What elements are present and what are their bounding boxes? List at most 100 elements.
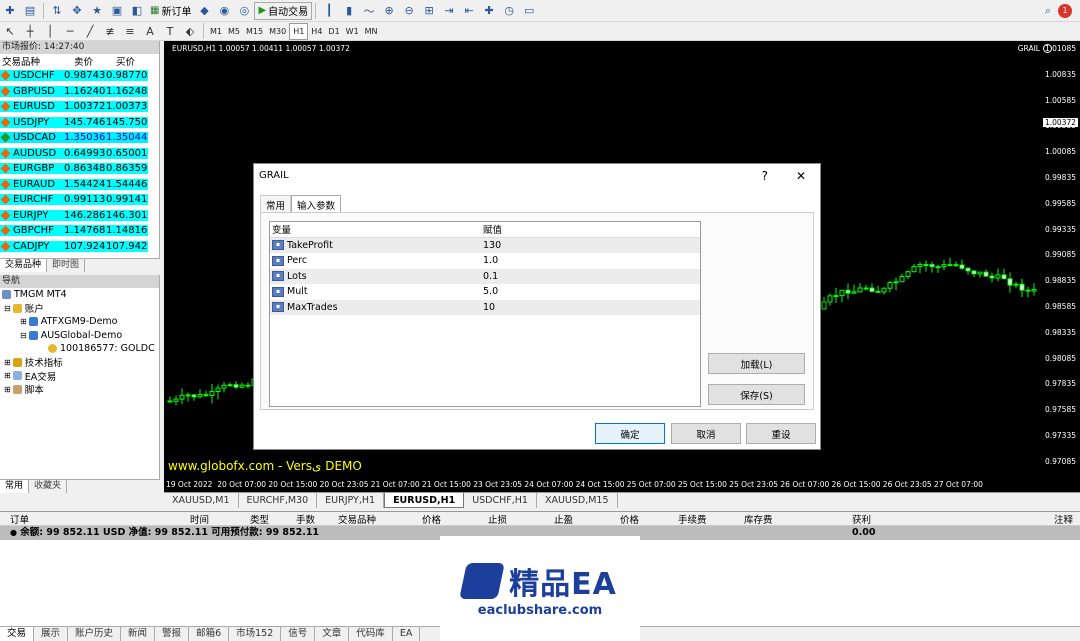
param-value[interactable]: 5.0 — [483, 286, 498, 297]
text-icon[interactable]: A — [142, 23, 158, 39]
tf-m5[interactable]: M5 — [225, 23, 243, 40]
terminal-tab[interactable]: 市场152 — [229, 627, 282, 641]
terminal-tab[interactable]: 账户历史 — [68, 627, 122, 641]
market-watch-row[interactable]: EURAUD 1.54424 1.54446 — [0, 177, 159, 193]
terminal-tab[interactable]: 邮箱6 — [189, 627, 230, 641]
terminal-tab[interactable]: 代码库 — [349, 627, 393, 641]
market-watch-row[interactable]: EURUSD 1.00372 1.00373 — [0, 99, 159, 115]
tf-h1[interactable]: H1 — [289, 22, 309, 40]
tf-m30[interactable]: M30 — [266, 23, 289, 40]
cancel-button[interactable]: 取消 — [671, 423, 741, 444]
metaeditor-icon[interactable]: ◆ — [196, 3, 212, 19]
templates-icon[interactable]: ▭ — [521, 3, 537, 19]
notification-badge[interactable]: 1 — [1058, 3, 1072, 18]
input-param-row[interactable]: ▪ Perc 1.0 — [270, 253, 700, 269]
tf-h4[interactable]: H4 — [308, 23, 325, 40]
new-order-button[interactable]: ▦ 新订单 — [147, 2, 194, 20]
vps-icon[interactable]: ◎ — [236, 3, 252, 19]
periods-icon[interactable]: ◷ — [501, 3, 517, 19]
nav-account-ausglobal[interactable]: ⊟ AUSGlobal-Demo — [0, 329, 159, 343]
market-watch-row[interactable]: CADJPY 107.924 107.942 — [0, 239, 159, 255]
param-value[interactable]: 130 — [483, 240, 501, 251]
market-watch-row[interactable]: EURJPY 146.286 146.301 — [0, 208, 159, 224]
chart-tab[interactable]: USDCHF,H1 — [464, 493, 537, 508]
terminal-tab[interactable]: 展示 — [34, 627, 69, 641]
chart-tab[interactable]: EURJPY,H1 — [317, 493, 385, 508]
terminal-tab[interactable]: EA — [393, 627, 421, 641]
input-param-row[interactable]: ▪ MaxTrades 10 — [270, 299, 700, 315]
nav-account-atfx[interactable]: ⊞ ATFXGM9-Demo — [0, 315, 159, 329]
zoom-in-icon[interactable]: ⊕ — [381, 3, 397, 19]
navigator-icon[interactable]: ✥ — [69, 3, 85, 19]
param-value[interactable]: 10 — [483, 302, 495, 313]
market-watch-row[interactable]: AUDUSD 0.64993 0.65001 — [0, 146, 159, 162]
terminal-tab[interactable]: 文章 — [315, 627, 350, 641]
market-watch-row[interactable]: GBPUSD 1.16240 1.16248 — [0, 84, 159, 100]
tab-symbols[interactable]: 交易品种 — [0, 259, 48, 272]
cursor-icon[interactable]: ↖ — [2, 23, 18, 39]
terminal-tab[interactable]: 新闻 — [121, 627, 156, 641]
bar-chart-icon[interactable]: ┃ — [321, 3, 337, 19]
load-button[interactable]: 加载(L) — [708, 353, 805, 374]
param-value[interactable]: 0.1 — [483, 271, 498, 282]
chart-tab[interactable]: XAUUSD,M15 — [537, 493, 618, 508]
reset-button[interactable]: 重设 — [746, 423, 816, 444]
vertical-line-icon[interactable]: │ — [42, 23, 58, 39]
market-watch-row[interactable]: USDCHF 0.98743 0.98770 — [0, 68, 159, 84]
market-watch-row[interactable]: USDJPY 145.746 145.750 — [0, 115, 159, 131]
chart-shift-icon[interactable]: ⇤ — [461, 3, 477, 19]
new-chart-icon[interactable]: ✚ — [2, 3, 18, 19]
save-button[interactable]: 保存(S) — [708, 384, 805, 405]
market-watch-row[interactable]: GBPCHF 1.14768 1.14816 — [0, 223, 159, 239]
nav-scripts[interactable]: ⊞ 脚本 — [0, 383, 159, 396]
ok-button[interactable]: 确定 — [595, 423, 665, 444]
tf-d1[interactable]: D1 — [325, 23, 342, 40]
input-param-row[interactable]: ▪ Lots 0.1 — [270, 268, 700, 284]
tf-m15[interactable]: M15 — [243, 23, 266, 40]
help-button[interactable]: ? — [762, 169, 768, 183]
tf-w1[interactable]: W1 — [343, 23, 362, 40]
terminal-tab[interactable]: 信号 — [281, 627, 316, 641]
chart-tab[interactable]: XAUUSD,M1 — [164, 493, 239, 508]
nav-broker[interactable]: TMGM MT4 — [0, 288, 159, 302]
candles-icon[interactable]: ▮ — [341, 3, 357, 19]
signals-icon[interactable]: ◉ — [216, 3, 232, 19]
channel-icon[interactable]: ≢ — [102, 23, 118, 39]
terminal-tab[interactable]: 交易 — [0, 627, 35, 641]
param-value[interactable]: 1.0 — [483, 255, 498, 266]
tab-tick-chart[interactable]: 即时图 — [47, 259, 86, 272]
trendline-icon[interactable]: ╱ — [82, 23, 98, 39]
nav-accounts[interactable]: ⊟ 账户 — [0, 302, 159, 315]
input-param-row[interactable]: ▪ TakeProfit 130 — [270, 237, 700, 253]
chart-tab[interactable]: EURUSD,H1 — [384, 493, 465, 508]
tab-common[interactable]: 常用 — [0, 480, 30, 493]
market-watch-row[interactable]: USDCAD 1.35036 1.35044 — [0, 130, 159, 146]
data-window-icon[interactable]: ★ — [89, 3, 105, 19]
tf-mn[interactable]: MN — [362, 23, 381, 40]
tile-windows-icon[interactable]: ⊞ — [421, 3, 437, 19]
text-label-icon[interactable]: T — [162, 23, 178, 39]
profiles-icon[interactable]: ▤ — [22, 3, 38, 19]
nav-expert-advisors[interactable]: ⊞ EA交易 — [0, 369, 159, 383]
auto-scroll-icon[interactable]: ⇥ — [441, 3, 457, 19]
tester-icon[interactable]: ◧ — [129, 3, 145, 19]
nav-indicators[interactable]: ⊞ 技术指标 — [0, 356, 159, 369]
market-watch-row[interactable]: EURCHF 0.99113 0.99141 — [0, 192, 159, 208]
fibonacci-icon[interactable]: ≡ — [122, 23, 138, 39]
search-icon[interactable]: ⌕ — [1040, 3, 1056, 19]
zoom-out-icon[interactable]: ⊖ — [401, 3, 417, 19]
terminal-tab[interactable]: 警报 — [155, 627, 190, 641]
auto-trading-button[interactable]: ▶ 自动交易 — [254, 1, 313, 20]
market-watch-row[interactable]: EURGBP 0.86348 0.86359 — [0, 161, 159, 177]
line-chart-icon[interactable]: 〜 — [361, 3, 377, 19]
indicators-icon[interactable]: ✚ — [481, 3, 497, 19]
terminal-icon[interactable]: ▣ — [109, 3, 125, 19]
close-button[interactable]: ✕ — [796, 169, 806, 183]
tab-favorites[interactable]: 收藏夹 — [29, 480, 68, 493]
nav-account-login[interactable]: 100186577: GOLDC — [0, 342, 159, 356]
chart-tab[interactable]: EURCHF,M30 — [239, 493, 318, 508]
market-watch-icon[interactable]: ⇅ — [49, 3, 65, 19]
input-param-row[interactable]: ▪ Mult 5.0 — [270, 284, 700, 300]
horizontal-line-icon[interactable]: ─ — [62, 23, 78, 39]
tf-m1[interactable]: M1 — [207, 23, 225, 40]
